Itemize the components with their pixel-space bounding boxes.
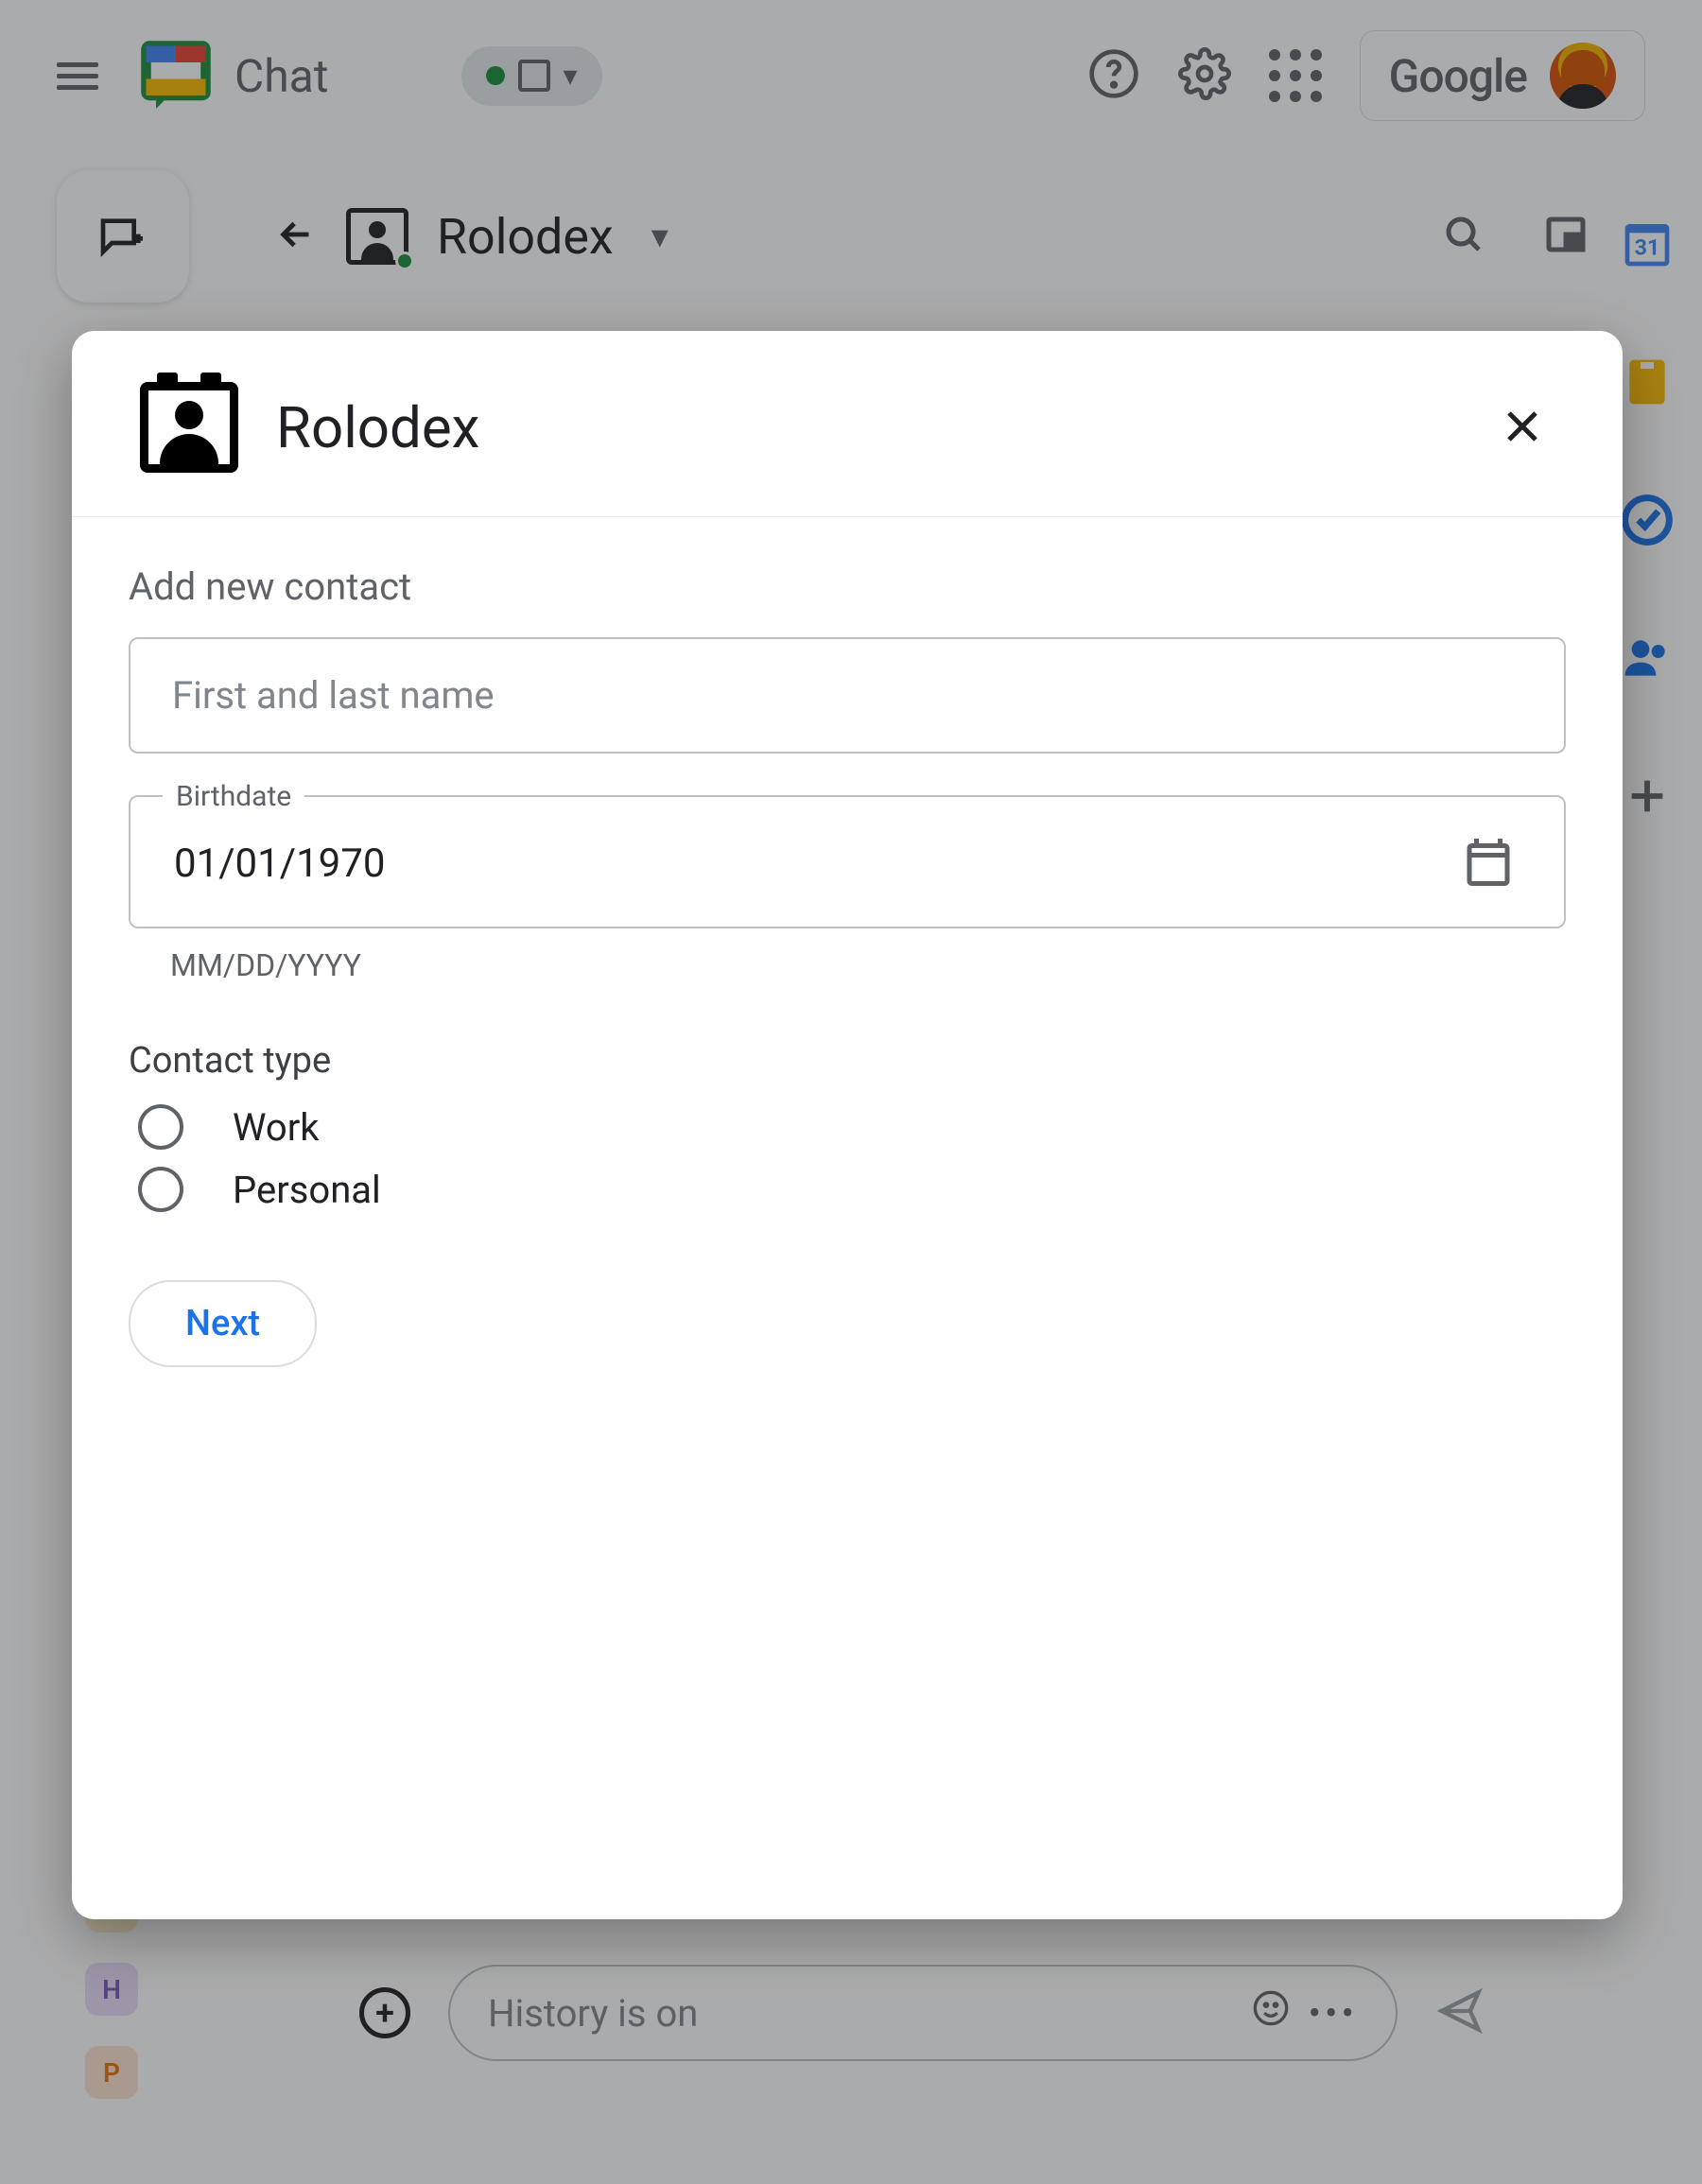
birthdate-helper: MM/DD/YYYY	[170, 947, 1566, 983]
add-contact-dialog: Rolodex Add new contact Birthdate MM/DD/…	[72, 331, 1623, 1919]
contact-type-label: Contact type	[129, 1040, 1566, 1082]
contact-type-option-personal[interactable]: Personal	[129, 1167, 1566, 1212]
radio-work[interactable]	[138, 1104, 183, 1150]
date-picker-button[interactable]	[1454, 833, 1522, 894]
close-button[interactable]	[1490, 394, 1554, 461]
radio-label: Work	[233, 1105, 320, 1150]
close-icon	[1500, 404, 1545, 449]
dialog-body: Add new contact Birthdate MM/DD/YYYY Con…	[72, 517, 1623, 1414]
section-title: Add new contact	[129, 564, 1566, 609]
next-button[interactable]: Next	[129, 1280, 317, 1367]
dialog-header: Rolodex	[72, 331, 1623, 517]
contact-type-option-work[interactable]: Work	[129, 1104, 1566, 1150]
birthdate-label: Birthdate	[163, 780, 304, 813]
dialog-title: Rolodex	[276, 394, 1452, 461]
birthdate-input[interactable]	[172, 840, 1454, 888]
radio-personal[interactable]	[138, 1167, 183, 1212]
rolodex-app-icon	[140, 382, 238, 473]
calendar-icon	[1460, 834, 1517, 891]
radio-label: Personal	[233, 1168, 381, 1212]
birthdate-field[interactable]: Birthdate	[129, 795, 1566, 928]
contact-name-input[interactable]	[129, 637, 1566, 754]
